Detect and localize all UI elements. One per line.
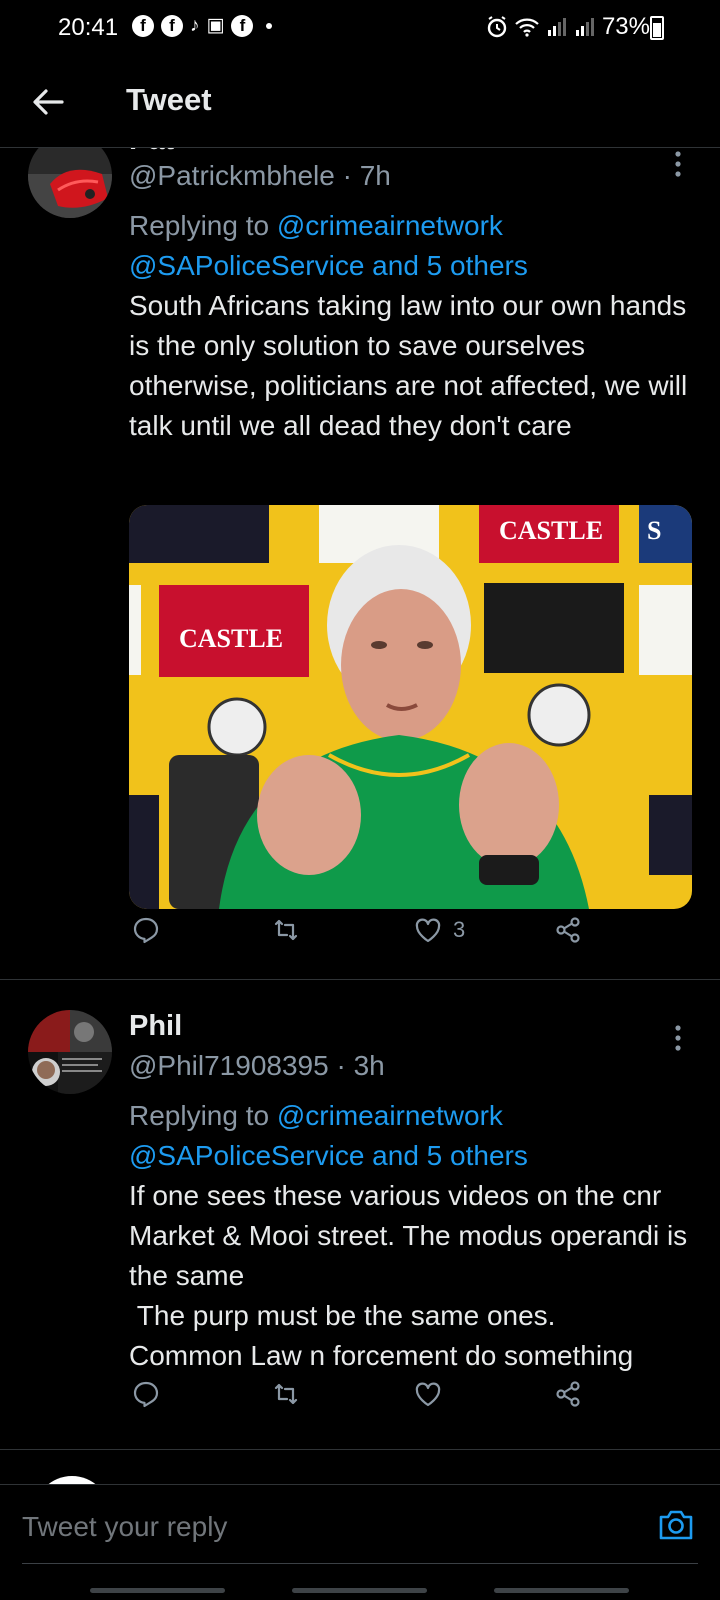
divider — [22, 1563, 698, 1564]
sponsor-board-text: CASTLE — [179, 624, 283, 653]
replying-prefix: Replying to — [129, 1100, 277, 1131]
reply-button[interactable] — [131, 1374, 161, 1414]
like-button[interactable] — [413, 1374, 443, 1414]
reply-composer — [0, 1484, 720, 1600]
tweet-time: 3h — [353, 1050, 385, 1081]
nav-pill[interactable] — [292, 1588, 427, 1593]
tweet-actions — [129, 1374, 599, 1414]
wifi-icon — [515, 18, 539, 37]
retweet-button[interactable] — [271, 1374, 301, 1414]
page-title: Tweet — [126, 82, 212, 117]
share-icon — [556, 1381, 580, 1407]
nav-pill[interactable] — [494, 1588, 629, 1593]
reply-button[interactable] — [131, 910, 161, 950]
tweet-text: If one sees these various videos on the … — [129, 1180, 688, 1371]
tweet-text: South Africans taking law into our own h… — [129, 290, 695, 441]
tweet-item[interactable]: Phil @Phil71908395 · 3h Replying to @cri… — [0, 980, 720, 1450]
mention-link[interactable]: @crimeairnetwork — [277, 1100, 503, 1131]
more-options-icon[interactable] — [666, 150, 690, 178]
replying-to: Replying to @crimeairnetwork @SAPoliceSe… — [129, 206, 699, 286]
meta-separator: · — [328, 1050, 354, 1081]
more-options-icon[interactable] — [666, 1024, 690, 1052]
retweet-icon — [274, 919, 298, 941]
camera-button[interactable] — [656, 1505, 696, 1545]
status-bar: 20:41 f f ♪ ▣ f 73% — [0, 0, 720, 54]
share-button[interactable] — [553, 910, 583, 950]
replying-prefix: Replying to — [129, 210, 277, 241]
tweet-meta: @Patrickmbhele · 7h — [129, 160, 391, 192]
retweet-icon — [274, 1383, 298, 1405]
share-button[interactable] — [553, 1374, 583, 1414]
sponsor-board-text: CASTLE — [499, 516, 603, 545]
tweet-feed: Pat @Patrickmbhele · 7h Replying to @cri… — [0, 0, 720, 1600]
avatar[interactable] — [28, 1010, 112, 1094]
tweet-actions: 3 — [129, 910, 599, 950]
teams-icon: ▣ — [206, 15, 225, 36]
system-nav-bar — [0, 1584, 720, 1600]
like-count: 3 — [453, 917, 466, 942]
notification-icons: f f ♪ ▣ f — [132, 15, 273, 37]
heart-icon — [415, 918, 441, 943]
reply-icon — [133, 1381, 159, 1408]
display-name[interactable]: Phil — [129, 1010, 182, 1043]
back-button[interactable] — [26, 80, 70, 124]
heart-icon — [415, 1382, 441, 1407]
signal-icon — [547, 18, 566, 36]
tweet-meta: @Phil71908395 · 3h — [129, 1050, 385, 1082]
status-time: 20:41 — [58, 14, 119, 41]
alarm-icon — [487, 16, 507, 38]
more-notifications-dot — [266, 23, 273, 29]
like-button[interactable]: 3 — [413, 910, 465, 950]
user-handle[interactable]: @Phil71908395 — [129, 1050, 329, 1081]
battery-percent: 73% — [601, 13, 650, 40]
arrow-left-icon — [33, 89, 64, 115]
nav-pill[interactable] — [90, 1588, 225, 1593]
mention-others-link[interactable]: @SAPoliceService and 5 others — [129, 250, 528, 281]
battery-icon — [650, 16, 664, 40]
retweet-button[interactable] — [271, 910, 301, 950]
facebook-icon: f — [231, 15, 254, 37]
signal-icon — [575, 18, 594, 36]
tweet-photo[interactable]: CASTLE CASTLE S — [129, 505, 692, 909]
tweet-time: 7h — [359, 160, 391, 191]
facebook-icon: f — [132, 15, 154, 37]
share-icon — [556, 917, 580, 943]
system-icons: 73% — [486, 13, 650, 41]
mention-others-link[interactable]: @SAPoliceService and 5 others — [129, 1140, 528, 1171]
meta-separator: · — [334, 160, 360, 191]
replying-to: Replying to @crimeairnetwork @SAPoliceSe… — [129, 1096, 699, 1176]
tiktok-icon: ♪ — [190, 15, 200, 36]
reply-icon — [133, 917, 159, 944]
user-handle[interactable]: @Patrickmbhele — [129, 160, 335, 191]
mention-link[interactable]: @crimeairnetwork — [277, 210, 503, 241]
reply-input[interactable] — [22, 1501, 582, 1553]
tweet-item[interactable]: Pat @Patrickmbhele · 7h Replying to @cri… — [0, 120, 720, 980]
camera-icon — [659, 1510, 693, 1540]
facebook-icon: f — [161, 15, 183, 37]
top-app-bar: Tweet — [0, 54, 720, 148]
sponsor-board-text: S — [647, 516, 661, 545]
